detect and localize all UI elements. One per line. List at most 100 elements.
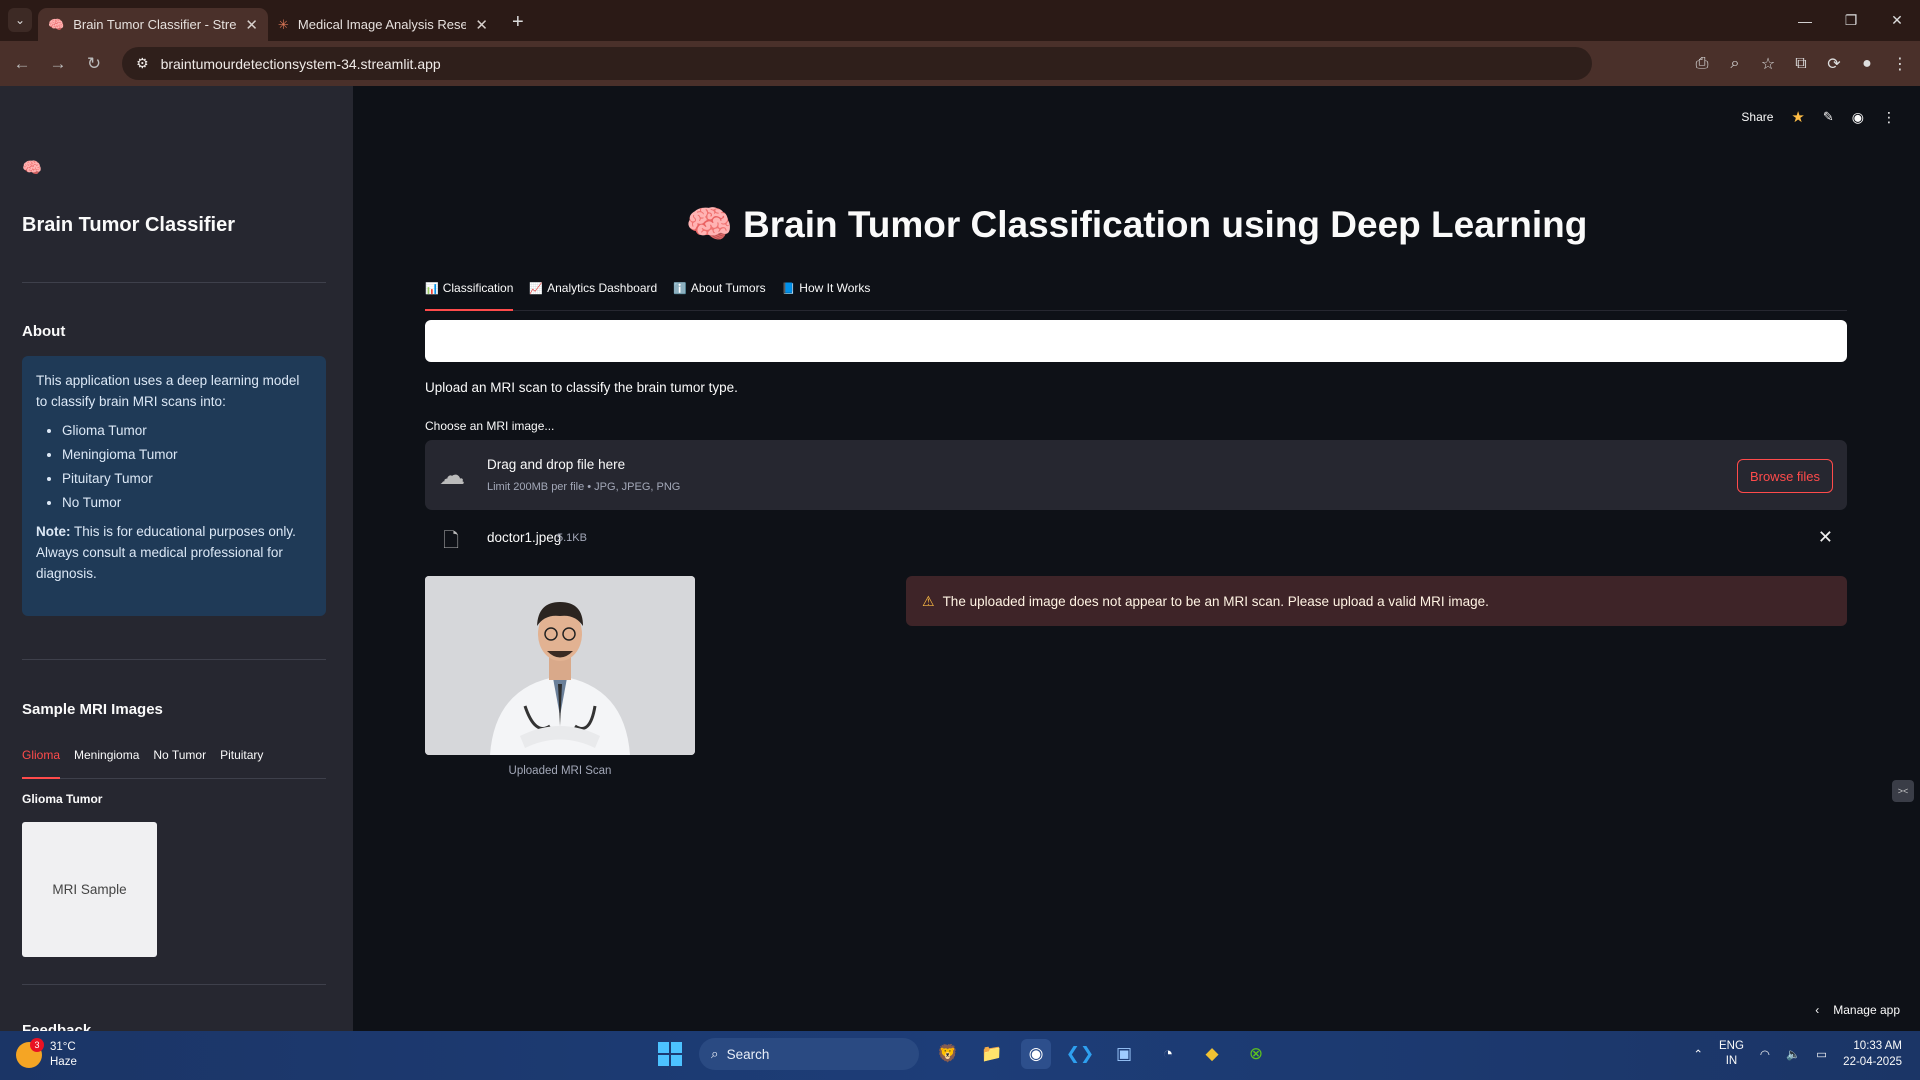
list-item: Glioma Tumor <box>62 420 312 441</box>
time: 10:33 AM <box>1853 1040 1902 1052</box>
search-icon: ⌕ <box>711 1046 719 1061</box>
browse-files-button[interactable]: Browse files <box>1737 459 1833 493</box>
note-label: Note: <box>36 524 71 539</box>
close-window-icon[interactable]: ✕ <box>1874 0 1920 41</box>
sample-subheading: Glioma Tumor <box>22 792 103 806</box>
tab-title: Brain Tumor Classifier - Streamlit <box>73 17 237 32</box>
lang-region: IN <box>1725 1055 1738 1067</box>
github-icon[interactable]: ◉ <box>1852 109 1864 126</box>
note: Note: This is for educational purposes o… <box>36 521 312 584</box>
reload-icon[interactable]: ↻ <box>76 54 112 74</box>
file-name: doctor1.jpeg <box>487 530 562 545</box>
temperature: 31°C <box>50 1041 76 1053</box>
class-list: Glioma Tumor Meningioma Tumor Pituitary … <box>62 420 312 513</box>
windows-taskbar: 3 31°C Haze ⌕ Search 🦁 📁 ◉ ❮❯ ▣ ◔ ◆ ⊗ ⌃ … <box>0 1031 1920 1080</box>
about-intro: This application uses a deep learning mo… <box>36 373 300 409</box>
browser-tab[interactable]: ✳ Medical Image Analysis Research ✕ <box>268 8 498 41</box>
app-header-actions: Share ★ ✎ ◉ ⋮ <box>1741 108 1896 127</box>
empty-banner <box>425 320 1847 362</box>
site-info-icon[interactable]: ⚙ <box>136 55 149 72</box>
feedback-heading: Feedback <box>22 1022 92 1031</box>
chevron-left-icon: ‹ <box>1815 1003 1820 1017</box>
browser-toolbar: ← → ↻ ⚙ braintumourdetectionsystem-34.st… <box>0 41 1920 86</box>
vscode-icon[interactable]: ❮❯ <box>1065 1039 1095 1069</box>
minimize-icon[interactable]: — <box>1782 0 1828 41</box>
menu-kebab-icon[interactable]: ⋮ <box>1890 54 1910 74</box>
git-app-icon[interactable]: ◆ <box>1197 1039 1227 1069</box>
file-explorer-icon[interactable]: 📁 <box>977 1039 1007 1069</box>
tab-label: How It Works <box>799 281 871 295</box>
forward-icon[interactable]: → <box>40 54 76 74</box>
weather-condition: Haze <box>50 1056 77 1068</box>
tab-search-dropdown[interactable]: ⌄ <box>8 8 32 32</box>
sidebar-title: Brain Tumor Classifier <box>22 214 236 236</box>
tab-meningioma[interactable]: Meningioma <box>74 743 139 779</box>
remove-file-icon[interactable]: ✕ <box>1818 527 1833 548</box>
info-icon: ℹ️ <box>673 283 687 295</box>
share-button[interactable]: Share <box>1741 110 1773 124</box>
new-tab-button[interactable]: + <box>512 11 524 34</box>
tab-glioma[interactable]: Glioma <box>22 743 61 779</box>
browser-tab-active[interactable]: 🧠 Brain Tumor Classifier - Streamlit ✕ <box>38 8 268 41</box>
lang-code: ENG <box>1719 1040 1744 1052</box>
weather-sun-icon: 3 <box>16 1038 44 1068</box>
weather-widget[interactable]: 3 31°C Haze <box>16 1038 77 1070</box>
xbox-icon[interactable]: ⊗ <box>1241 1039 1271 1069</box>
tab-label: Classification <box>442 281 514 295</box>
battery-icon[interactable]: ▭ <box>1816 1047 1827 1061</box>
profile-icon[interactable]: ● <box>1857 55 1877 73</box>
divider <box>22 659 326 660</box>
warning-alert: ⚠ The uploaded image does not appear to … <box>906 576 1847 626</box>
uploaded-file-row: 🗋 doctor1.jpeg 5.1KB ✕ <box>425 523 1847 553</box>
tab-pituitary[interactable]: Pituitary <box>220 743 263 779</box>
address-bar[interactable]: ⚙ braintumourdetectionsystem-34.streamli… <box>122 47 1592 80</box>
close-tab-icon[interactable]: ✕ <box>475 16 488 34</box>
close-tab-icon[interactable]: ✕ <box>245 16 258 34</box>
edit-pencil-icon[interactable]: ✎ <box>1823 109 1834 125</box>
chrome-icon[interactable]: ◉ <box>1021 1039 1051 1069</box>
install-app-icon[interactable]: ⎙ <box>1692 55 1712 73</box>
tab-how-it-works[interactable]: 📘 How It Works <box>782 276 871 311</box>
sync-icon[interactable]: ⟳ <box>1824 54 1844 74</box>
tab-classification[interactable]: 📊 Classification <box>425 276 514 311</box>
taskbar-search[interactable]: ⌕ Search <box>699 1038 919 1070</box>
back-icon[interactable]: ← <box>4 54 40 74</box>
language-indicator[interactable]: ENG IN <box>1719 1039 1744 1069</box>
tab-no-tumor[interactable]: No Tumor <box>153 743 206 779</box>
sidebar: 🧠 Brain Tumor Classifier About This appl… <box>0 86 353 1031</box>
image-caption: Uploaded MRI Scan <box>508 765 612 777</box>
weather-badge: 3 <box>30 1038 44 1052</box>
bookmark-star-icon[interactable]: ☆ <box>1758 54 1778 74</box>
restore-icon[interactable]: ❐ <box>1828 0 1874 41</box>
about-info-box: This application uses a deep learning mo… <box>22 356 326 616</box>
warning-text: The uploaded image does not appear to be… <box>942 593 1489 609</box>
brain-title-icon: 🧠 <box>685 204 734 246</box>
tab-label: Analytics Dashboard <box>547 281 658 295</box>
wifi-icon[interactable]: ◠ <box>1760 1047 1770 1061</box>
manage-app[interactable]: ‹ Manage app <box>1815 1003 1900 1017</box>
file-icon: 🗋 <box>443 530 460 552</box>
browser-tab-bar: ⌄ 🧠 Brain Tumor Classifier - Streamlit ✕… <box>0 0 1920 41</box>
brave-browser-icon[interactable]: 🦁 <box>933 1039 963 1069</box>
clock[interactable]: 10:33 AM 22-04-2025 <box>1843 1038 1902 1070</box>
samples-heading: Sample MRI Images <box>22 701 163 718</box>
tab-title: Medical Image Analysis Research <box>297 17 467 32</box>
extensions-icon[interactable]: ⧉ <box>1791 55 1811 73</box>
volume-icon[interactable]: 🔈 <box>1786 1047 1800 1061</box>
dropzone-title: Drag and drop file here <box>487 457 626 472</box>
list-item: No Tumor <box>62 492 312 513</box>
windows-start-icon[interactable] <box>655 1039 685 1069</box>
dropzone-limit: Limit 200MB per file • JPG, JPEG, PNG <box>487 481 681 493</box>
main-tabs: 📊 Classification 📈 Analytics Dashboard ℹ️ A… <box>425 276 1847 311</box>
app-icon[interactable]: ▣ <box>1109 1039 1139 1069</box>
collapse-side-icon[interactable]: >< <box>1892 780 1914 802</box>
zoom-icon[interactable]: ⌕ <box>1725 55 1745 73</box>
tab-about-tumors[interactable]: ℹ️ About Tumors <box>673 276 765 311</box>
star-icon[interactable]: ★ <box>1791 108 1804 126</box>
dino-app-icon[interactable]: ◔ <box>1153 1039 1183 1069</box>
tab-analytics-dashboard[interactable]: 📈 Analytics Dashboard <box>529 276 657 311</box>
file-dropzone[interactable]: ☁ Drag and drop file here Limit 200MB pe… <box>425 440 1847 510</box>
divider <box>22 282 326 283</box>
tray-chevron-up-icon[interactable]: ⌃ <box>1693 1047 1703 1061</box>
main-menu-icon[interactable]: ⋮ <box>1882 109 1896 126</box>
